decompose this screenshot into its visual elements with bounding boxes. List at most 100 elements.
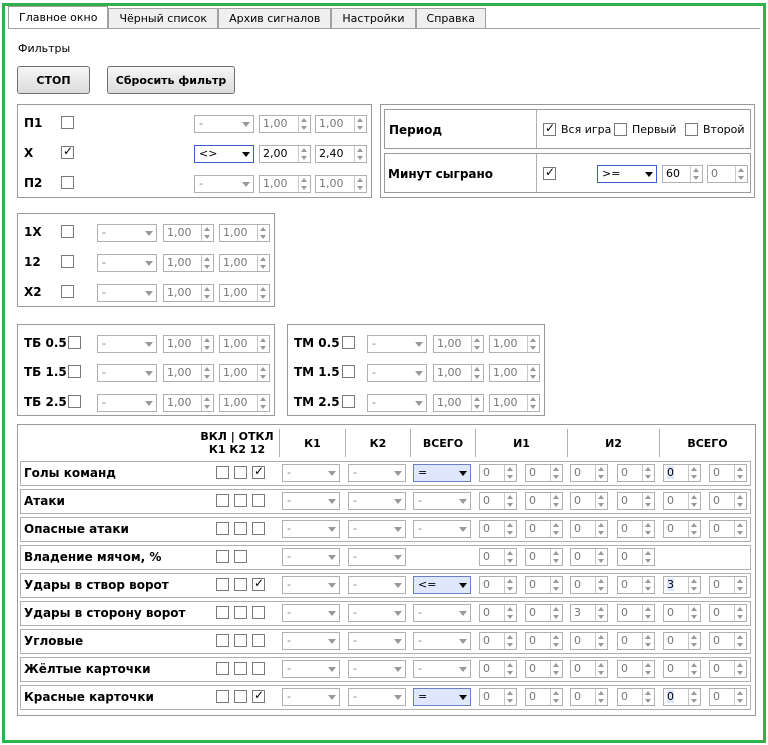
stats-value-input[interactable]: 0 — [479, 632, 517, 650]
stats-value-input[interactable]: 0 — [479, 604, 517, 622]
double-chance-operator-select[interactable]: - — [97, 254, 157, 272]
spin-arrows-icon[interactable] — [734, 493, 746, 509]
total-under-checkbox[interactable] — [342, 395, 355, 408]
total-under-operator-select[interactable]: - — [367, 364, 427, 382]
stats-value-input[interactable]: 0 — [479, 660, 517, 678]
stats-value-input[interactable]: 0 — [617, 576, 655, 594]
spin-arrows-icon[interactable] — [550, 521, 562, 537]
stats-k2-select[interactable]: - — [348, 688, 406, 706]
stats-toggle-checkbox[interactable] — [234, 466, 247, 479]
stats-value-input[interactable]: 0 — [663, 632, 701, 650]
total-under-max-input[interactable]: 1,00 — [489, 364, 540, 382]
stats-value-input[interactable]: 0 — [617, 604, 655, 622]
spin-arrows-icon[interactable] — [688, 605, 700, 621]
stats-k1-select[interactable]: - — [282, 604, 340, 622]
stats-value-input[interactable]: 0 — [525, 520, 563, 538]
stats-value-input[interactable]: 0 — [709, 576, 747, 594]
period-option-checkbox[interactable] — [614, 123, 627, 136]
stats-value-input[interactable]: 0 — [479, 576, 517, 594]
stats-value-input[interactable]: 0 — [617, 492, 655, 510]
stats-toggle-checkbox[interactable] — [234, 690, 247, 703]
stats-total-select[interactable]: - — [413, 520, 471, 538]
stats-toggle-checkbox[interactable] — [234, 634, 247, 647]
spin-arrows-icon[interactable] — [298, 176, 310, 192]
stats-total-select[interactable]: = — [413, 464, 471, 482]
spin-arrows-icon[interactable] — [642, 577, 654, 593]
spin-arrows-icon[interactable] — [504, 549, 516, 565]
spin-arrows-icon[interactable] — [595, 633, 607, 649]
stats-k2-select[interactable]: - — [348, 464, 406, 482]
stats-value-input[interactable]: 0 — [570, 576, 608, 594]
stats-value-input[interactable]: 0 — [617, 520, 655, 538]
spin-arrows-icon[interactable] — [734, 661, 746, 677]
stats-value-input[interactable]: 3 — [570, 604, 608, 622]
stats-k2-select[interactable]: - — [348, 576, 406, 594]
stats-value-input[interactable]: 0 — [663, 660, 701, 678]
stats-toggle-checkbox[interactable] — [234, 606, 247, 619]
double-chance-checkbox[interactable] — [61, 255, 74, 268]
double-chance-max-input[interactable]: 1,00 — [219, 224, 270, 242]
spin-arrows-icon[interactable] — [735, 166, 747, 182]
spin-arrows-icon[interactable] — [595, 661, 607, 677]
stats-k2-select[interactable]: - — [348, 660, 406, 678]
stats-value-input[interactable]: 0 — [709, 688, 747, 706]
stats-value-input[interactable]: 0 — [479, 464, 517, 482]
stats-value-input[interactable]: 0 — [709, 492, 747, 510]
minutes-min-input[interactable]: 60 — [662, 165, 703, 183]
total-over-operator-select[interactable]: - — [97, 364, 157, 382]
stats-value-input[interactable]: 0 — [709, 604, 747, 622]
total-over-min-input[interactable]: 1,00 — [163, 364, 214, 382]
stats-toggle-checkbox[interactable] — [252, 688, 265, 703]
spin-arrows-icon[interactable] — [550, 661, 562, 677]
spin-arrows-icon[interactable] — [734, 577, 746, 593]
minutes-max-input[interactable]: 0 — [707, 165, 748, 183]
stats-value-input[interactable]: 0 — [479, 520, 517, 538]
spin-arrows-icon[interactable] — [688, 465, 700, 481]
stats-toggle-checkbox[interactable] — [216, 690, 229, 703]
spin-arrows-icon[interactable] — [257, 285, 269, 301]
total-under-min-input[interactable]: 1,00 — [433, 335, 484, 353]
stats-toggle-checkbox[interactable] — [252, 494, 265, 507]
stats-k2-select[interactable]: - — [348, 548, 406, 566]
spin-arrows-icon[interactable] — [504, 633, 516, 649]
stats-k1-select[interactable]: - — [282, 464, 340, 482]
spin-arrows-icon[interactable] — [734, 521, 746, 537]
double-chance-min-input[interactable]: 1,00 — [163, 284, 214, 302]
total-under-max-input[interactable]: 1,00 — [489, 335, 540, 353]
spin-arrows-icon[interactable] — [688, 661, 700, 677]
spin-arrows-icon[interactable] — [504, 605, 516, 621]
spin-arrows-icon[interactable] — [595, 493, 607, 509]
spin-arrows-icon[interactable] — [642, 661, 654, 677]
stats-k2-select[interactable]: - — [348, 632, 406, 650]
spin-arrows-icon[interactable] — [595, 605, 607, 621]
total-over-checkbox[interactable] — [68, 336, 81, 349]
spin-arrows-icon[interactable] — [550, 689, 562, 705]
spin-arrows-icon[interactable] — [201, 225, 213, 241]
spin-arrows-icon[interactable] — [201, 336, 213, 352]
spin-arrows-icon[interactable] — [471, 365, 483, 381]
spin-arrows-icon[interactable] — [201, 255, 213, 271]
double-chance-operator-select[interactable]: - — [97, 284, 157, 302]
double-chance-min-input[interactable]: 1,00 — [163, 254, 214, 272]
spin-arrows-icon[interactable] — [471, 336, 483, 352]
total-over-checkbox[interactable] — [68, 365, 81, 378]
total-over-min-input[interactable]: 1,00 — [163, 335, 214, 353]
spin-arrows-icon[interactable] — [298, 116, 310, 132]
stats-toggle-checkbox[interactable] — [234, 578, 247, 591]
spin-arrows-icon[interactable] — [688, 521, 700, 537]
spin-arrows-icon[interactable] — [688, 577, 700, 593]
spin-arrows-icon[interactable] — [642, 633, 654, 649]
stats-toggle-checkbox[interactable] — [216, 578, 229, 591]
spin-arrows-icon[interactable] — [201, 395, 213, 411]
stats-value-input[interactable]: 3 — [663, 576, 701, 594]
spin-arrows-icon[interactable] — [257, 225, 269, 241]
outcome-checkbox[interactable] — [61, 144, 74, 159]
stats-value-input[interactable]: 0 — [709, 464, 747, 482]
stats-total-select[interactable]: - — [413, 492, 471, 510]
spin-arrows-icon[interactable] — [504, 661, 516, 677]
spin-arrows-icon[interactable] — [354, 146, 366, 162]
outcome-operator-select[interactable]: <> — [194, 145, 254, 163]
total-over-max-input[interactable]: 1,00 — [219, 394, 270, 412]
outcome-min-input[interactable]: 1,00 — [259, 175, 311, 193]
double-chance-min-input[interactable]: 1,00 — [163, 224, 214, 242]
